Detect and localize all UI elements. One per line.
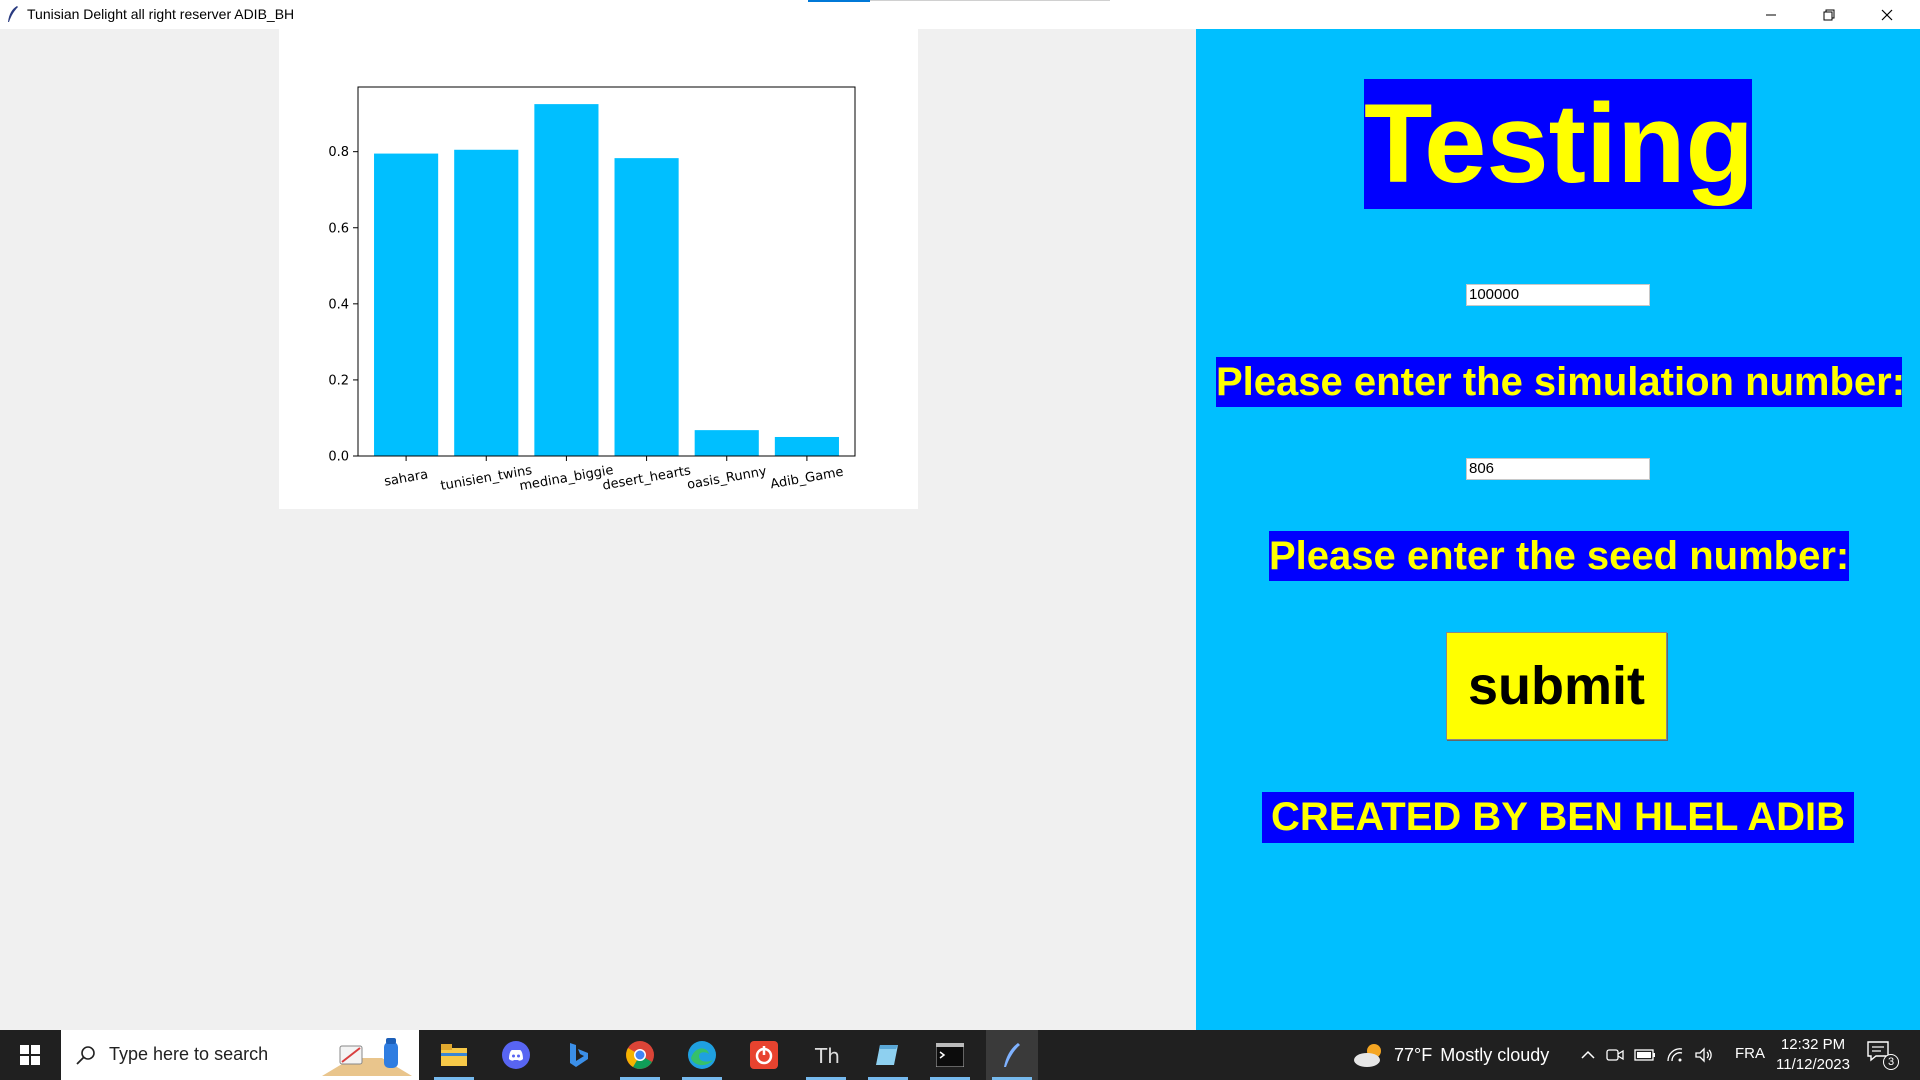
file-explorer-icon [441,1044,467,1066]
power-app-icon [750,1041,778,1069]
taskbar-edge[interactable] [676,1030,728,1080]
bing-icon [570,1043,588,1067]
terminal-icon [936,1043,964,1067]
taskbar-bing[interactable] [552,1030,604,1080]
y-tick-label: 0.8 [328,145,349,160]
window-titlebar: Tunisian Delight all right reserver ADIB… [0,0,1920,29]
y-tick-label: 0.4 [328,297,349,312]
window-title: Tunisian Delight all right reserver ADIB… [27,6,295,22]
credit-label: CREATED BY BEN HLEL ADIB [1262,792,1854,843]
feather-icon [8,6,18,22]
search-icon [76,1046,95,1065]
clock-date: 11/12/2023 [1776,1056,1850,1073]
x-tick-label: oasis_Runny [686,464,768,493]
minimize-icon [1766,14,1776,15]
taskbar-file-explorer[interactable] [428,1030,480,1080]
clock-time: 12:32 PM [1780,1036,1846,1053]
search-placeholder: Type here to search [109,1044,269,1064]
simulation-number-label: Please enter the simulation number: [1216,357,1905,407]
y-tick-label: 0.6 [328,221,349,236]
simulation-number-input[interactable]: 100000 [1466,284,1650,306]
titlebar-accent [808,0,870,2]
testing-heading: Testing [1364,79,1754,209]
taskbar-discord[interactable] [490,1030,542,1080]
seed-number-input[interactable]: 806 [1466,458,1650,480]
python-feather-icon [1004,1043,1020,1067]
taskbar-terminal[interactable] [924,1030,976,1080]
search-highlight-icon [322,1038,412,1076]
svg-text:Th: Th [814,1044,840,1068]
x-tick-label: desert_hearts [601,463,692,493]
weather-description: Mostly cloudy [1440,1044,1550,1065]
chart-panel: sahara tunisien_twins medina_biggie desert_… [279,29,918,509]
taskbar-python-app[interactable] [986,1030,1038,1080]
start-button[interactable] [0,1030,60,1080]
notification-count-badge: 3 [1883,1054,1899,1070]
windows-icon [20,1045,40,1065]
x-tick-label: medina_biggie [518,463,614,494]
titlebar-divider [870,0,1110,1]
y-tick-label: 0.2 [328,373,349,388]
chart-bar [774,436,839,456]
taskbar: Type here to search Th 77°F Mostly cloud… [0,1030,1920,1080]
meet-now-icon[interactable] [1606,1047,1624,1063]
x-tick-label: sahara [383,467,429,489]
discord-icon [502,1041,530,1069]
chart-bar [694,430,759,456]
chevron-up-icon[interactable] [1580,1047,1596,1063]
chart-bar [374,153,439,456]
notification-center-button[interactable]: 3 [1866,1040,1899,1070]
taskbar-notepad[interactable] [862,1030,914,1080]
notepad-icon [876,1045,898,1065]
minimize-button[interactable] [1742,0,1800,29]
cloudy-weather-icon [1354,1044,1381,1067]
taskbar-clock[interactable]: 12:32 PM 11/12/2023 [1770,1035,1856,1075]
chart-bar [534,104,599,456]
battery-icon[interactable] [1634,1048,1656,1062]
chart-bar [454,149,519,456]
submit-button[interactable]: submit [1446,632,1667,740]
control-panel: Testing 100000 Please enter the simulati… [1196,29,1920,1030]
taskbar-chrome[interactable] [614,1030,666,1080]
input-language[interactable]: FRA [1735,1045,1765,1062]
y-tick-label: 0.0 [328,450,349,465]
x-tick-label: Adib_Game [769,465,844,493]
close-button[interactable] [1858,0,1916,29]
chart-bar [614,158,679,456]
close-icon [1881,9,1893,20]
volume-icon[interactable] [1694,1047,1714,1063]
restore-icon [1823,9,1835,20]
wifi-icon[interactable] [1666,1047,1684,1063]
chrome-icon [626,1041,654,1069]
bar-chart: sahara tunisien_twinsmedina_biggiedesert_… [328,86,856,494]
taskbar-power-app[interactable] [738,1030,790,1080]
thonny-icon: Th [814,1044,840,1068]
weather-temperature: 77°F [1394,1044,1433,1065]
seed-number-label: Please enter the seed number: [1269,531,1849,581]
taskbar-weather[interactable]: 77°F Mostly cloudy [1352,1030,1549,1080]
restore-button[interactable] [1800,0,1858,29]
taskbar-thonny[interactable]: Th [800,1030,852,1080]
system-tray [1580,1030,1714,1080]
edge-icon [688,1041,716,1069]
